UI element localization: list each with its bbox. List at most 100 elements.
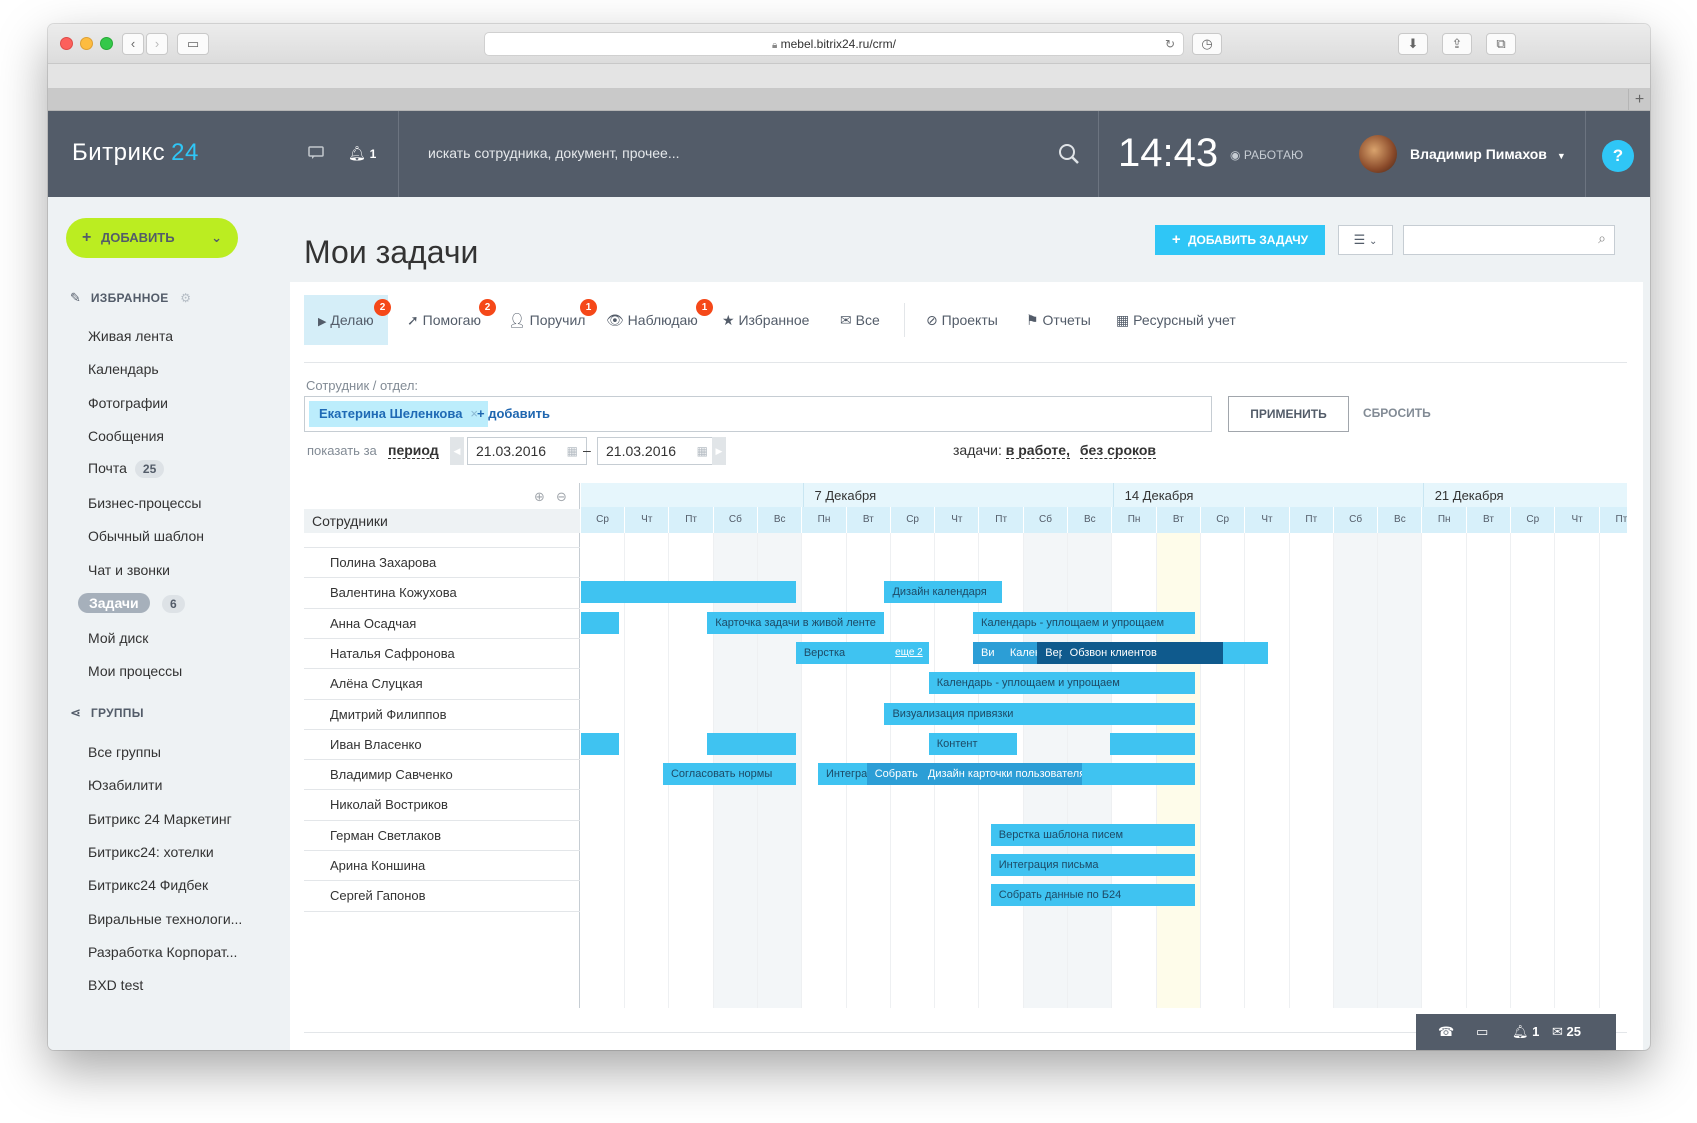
bell-icon[interactable]: 🔔︎ 1 (348, 145, 376, 162)
employee-row[interactable]: Арина Коншина (304, 850, 580, 880)
work-status[interactable]: ◉ РАБОТАЮ (1230, 148, 1303, 162)
tab-reports[interactable]: ⚑ Отчеты (1026, 295, 1091, 345)
task-bar[interactable]: Календарь - уплощаем и упрощаем (973, 611, 1195, 634)
bell-icon[interactable]: 🔔︎ 1 (1512, 1024, 1539, 1040)
chat-icon[interactable] (308, 146, 324, 163)
tab-watching[interactable]: 👁︎ Наблюдаю 1 (606, 295, 713, 345)
tabs-overview-button[interactable]: ⧉ (1486, 33, 1516, 55)
date-to-input[interactable]: 21.03.2016 ▦ (597, 437, 717, 465)
maximize-window-button[interactable] (100, 37, 113, 50)
sidebar-item-template[interactable]: Обычный шаблон (88, 528, 204, 544)
sidebar-item-group[interactable]: Битрикс 24 Маркетинг (88, 811, 232, 827)
task-bar[interactable]: Визуализация привязки (884, 702, 1195, 725)
tab-all[interactable]: ✉ Все (840, 295, 880, 345)
sidebar-item-group[interactable]: Виральные технологи... (88, 911, 242, 927)
sidebar-item-group[interactable]: Разработка Корпорат... (88, 944, 237, 960)
task-bar[interactable]: Обзвон клиентов (1061, 641, 1224, 664)
employee-row[interactable]: Дмитрий Филиппов (304, 698, 580, 729)
task-bar[interactable]: Дизайн карточки пользователя (919, 763, 1082, 786)
no-deadline-link[interactable]: без сроков (1079, 442, 1157, 459)
task-bar[interactable] (1110, 732, 1195, 755)
back-button[interactable]: ‹ (122, 33, 144, 55)
employee-row[interactable]: Сергей Гапонов (304, 880, 580, 910)
avatar[interactable] (1359, 135, 1397, 173)
phone-icon[interactable]: ☎ (1438, 1024, 1454, 1040)
sidebar-item-group[interactable]: Юзабилити (88, 777, 162, 793)
tab-doing[interactable]: ▶ Делаю 2 (304, 295, 391, 345)
reset-button[interactable]: СБРОСИТЬ (1363, 406, 1431, 420)
task-bar[interactable]: Собрать да (866, 763, 920, 786)
tab-resource-accounting[interactable]: ▦ Ресурсный учет (1116, 295, 1236, 345)
chat-icon[interactable]: ▭ (1476, 1024, 1488, 1040)
sidebar-item-all-groups[interactable]: Все группы (88, 744, 161, 760)
date-from-input[interactable]: 21.03.2016 ▦ (467, 437, 587, 465)
sidebar-item-my-processes[interactable]: Мои процессы (88, 663, 182, 679)
employee-row[interactable]: Анна Осадчая (304, 607, 580, 638)
search-icon[interactable] (1058, 143, 1080, 170)
sidebar-item-tasks[interactable]: Задачи (78, 593, 150, 613)
sidebar-toggle-button[interactable]: ▭ (177, 33, 209, 55)
sidebar-item-live-feed[interactable]: Живая лента (88, 328, 173, 344)
reload-icon[interactable]: ↻ (1165, 33, 1175, 55)
employee-row[interactable]: Иван Власенко (304, 728, 580, 759)
tab-projects[interactable]: ⊘ Проекты (926, 295, 998, 345)
tab-favorites[interactable]: ★ Избранное (722, 295, 809, 345)
add-button[interactable]: + ДОБАВИТЬ ⌄ (66, 218, 238, 258)
task-bar[interactable]: Интеграц (818, 763, 867, 786)
add-task-button[interactable]: + ДОБАВИТЬ ЗАДАЧУ (1155, 225, 1325, 255)
bitrix-logo[interactable]: Битрикс 24 (72, 139, 199, 167)
work-clock[interactable]: 14:43 (1118, 131, 1218, 176)
task-bar[interactable]: Карточка задачи в живой ленте (707, 611, 885, 634)
more-tasks-link[interactable]: еще 2 (895, 642, 923, 664)
employee-row[interactable]: Валентина Кожухова (304, 577, 580, 607)
task-bar[interactable]: Вер (1037, 641, 1062, 664)
sidebar-item-group[interactable]: Битрикс24 Фидбек (88, 877, 208, 893)
calendar-icon[interactable]: ▦ (697, 438, 708, 464)
tab-assigned[interactable]: 👤︎ Поручил 1 (508, 295, 597, 345)
employee-filter-field[interactable]: Екатерина Шеленкова × + добавить (304, 396, 1212, 432)
task-bar[interactable] (581, 611, 619, 634)
global-search-input[interactable]: искать сотрудника, документ, прочее... (428, 145, 680, 161)
task-bar[interactable] (581, 581, 796, 604)
task-bar[interactable]: Дизайн календаря (884, 581, 1002, 604)
employee-row[interactable]: Николай Востриков (304, 789, 580, 819)
sidebar-item-my-drive[interactable]: Мой диск (88, 630, 148, 646)
next-date-button[interactable]: ▶ (712, 437, 726, 465)
sidebar-item-chat-calls[interactable]: Чат и звонки (88, 562, 170, 578)
favorites-header[interactable]: ✎ ИЗБРАННОЕ ⚙ (70, 290, 191, 306)
apply-button[interactable]: ПРИМЕНИТЬ (1228, 396, 1349, 432)
history-button[interactable]: ◷ (1192, 33, 1222, 55)
view-mode-button[interactable]: ☰ ⌄ (1338, 225, 1393, 255)
employee-row[interactable]: Полина Захарова (304, 547, 580, 577)
in-work-link[interactable]: в работе, (1005, 442, 1070, 459)
calendar-icon[interactable]: ▦ (567, 438, 578, 464)
sidebar-item-group[interactable]: Битрикс24: хотелки (88, 844, 214, 860)
address-bar[interactable]: 🔒︎ mebel.bitrix24.ru/crm/ ↻ (484, 32, 1184, 56)
task-bar[interactable]: Верстка шаблона писем (990, 823, 1195, 846)
task-bar[interactable]: Верстка еще 2 (795, 641, 929, 664)
employee-row[interactable]: Алёна Слуцкая (304, 668, 580, 698)
selected-employee-chip[interactable]: Екатерина Шеленкова × (309, 401, 489, 427)
user-menu[interactable]: Владимир Пимахов ▼ (1410, 146, 1566, 162)
mail-icon[interactable]: ✉ 25 (1552, 1024, 1581, 1040)
task-bar[interactable]: Кален (1001, 641, 1038, 664)
sidebar-item-calendar[interactable]: Календарь (88, 361, 159, 377)
task-search-input[interactable]: ⌕ (1403, 225, 1615, 255)
add-employee-link[interactable]: + добавить (477, 406, 550, 421)
sidebar-item-business-processes[interactable]: Бизнес-процессы (88, 495, 201, 511)
task-bar[interactable]: Контент (928, 732, 1018, 755)
help-icon[interactable]: ? (1602, 140, 1634, 172)
close-window-button[interactable] (60, 37, 73, 50)
forward-button[interactable]: › (146, 33, 168, 55)
employee-row[interactable]: Наталья Сафронова (304, 637, 580, 668)
task-bar[interactable]: Собрать данные по Б24 (990, 884, 1195, 907)
task-bar[interactable]: Интеграция письма (990, 854, 1195, 876)
task-bar[interactable]: Согласовать нормы (662, 763, 796, 786)
task-bar[interactable]: Календарь - уплощаем и упрощаем (928, 672, 1195, 695)
groups-header[interactable]: ⋖ ГРУППЫ (70, 705, 144, 721)
minimize-window-button[interactable] (80, 37, 93, 50)
share-button[interactable]: ⇪ (1442, 33, 1472, 55)
new-tab-button[interactable]: + (1628, 89, 1650, 111)
period-selector[interactable]: период (388, 442, 439, 459)
sidebar-item-group[interactable]: BXD test (88, 977, 143, 993)
